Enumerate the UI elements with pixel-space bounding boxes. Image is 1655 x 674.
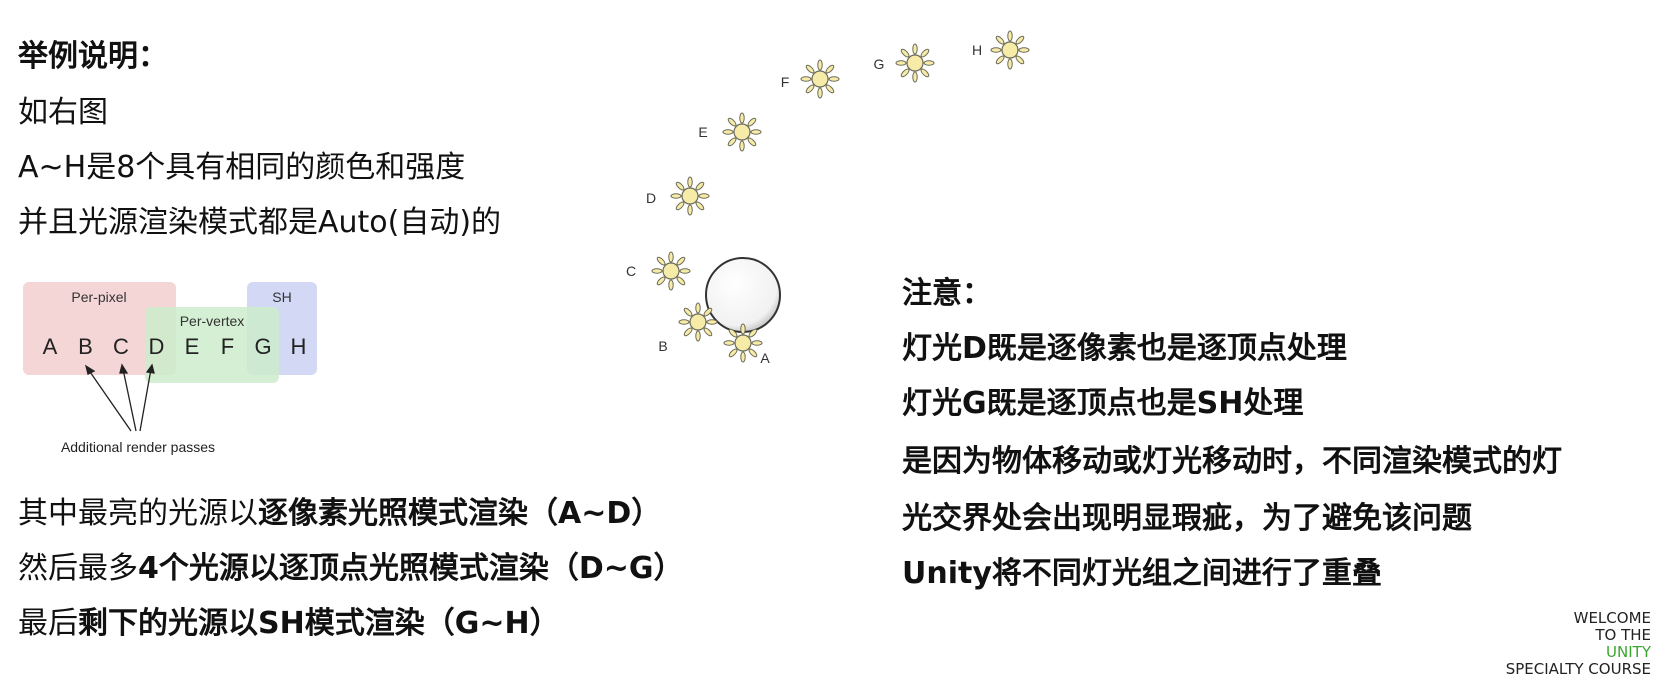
lights-around-object-diagram: A B C D E F G H <box>626 30 1030 366</box>
light-b-sun-icon <box>678 302 718 342</box>
sh-label: SH <box>272 289 291 305</box>
group-letter-c: C <box>113 334 129 359</box>
note-line-2: 灯光G既是逐顶点也是SH处理 <box>902 386 1304 421</box>
group-letter-h: H <box>291 334 307 359</box>
intro-line-2: A~H是8个具有相同的颜色和强度 <box>18 150 466 185</box>
light-g-sun-icon <box>895 43 935 83</box>
light-a-label: A <box>760 350 770 366</box>
note-line-5: Unity将不同灯光组之间进行了重叠 <box>902 556 1382 591</box>
bottom-line-2: 然后最多4个光源以逐顶点光照模式渲染（D~G） <box>18 551 684 586</box>
watermark-line-3: UNITY <box>1606 643 1651 661</box>
light-sources: A B C D E F G H <box>626 30 1030 366</box>
additional-passes-caption: Additional render passes <box>61 439 215 455</box>
light-e-label: E <box>698 124 707 140</box>
light-c-sun-icon <box>651 251 691 291</box>
group-letter-a: A <box>43 334 58 359</box>
note-line-3: 是因为物体移动或灯光移动时，不同渲染模式的灯 <box>902 444 1562 479</box>
light-g-label: G <box>874 56 885 72</box>
watermark-line-4: SPECIALTY COURSE <box>1505 660 1651 674</box>
light-c-label: C <box>626 263 636 279</box>
watermark: WELCOME TO THE UNITY SPECIALTY COURSE <box>1491 610 1651 674</box>
light-groups-diagram: Per-pixel Per-vertex SH ABCDEFGH Additio… <box>23 282 317 455</box>
light-e-sun-icon <box>722 112 762 152</box>
note-line-1: 灯光D既是逐像素也是逐顶点处理 <box>902 331 1347 366</box>
light-a-sun-icon <box>723 323 763 363</box>
light-f-sun-icon <box>800 59 840 99</box>
watermark-line-2: TO THE <box>1595 626 1651 644</box>
light-f-label: F <box>781 74 790 90</box>
light-h-sun-icon <box>990 30 1030 70</box>
notes-title: 注意： <box>902 276 992 311</box>
light-h-label: H <box>972 42 982 58</box>
watermark-line-1: WELCOME <box>1573 609 1651 627</box>
light-b-label: B <box>658 338 667 354</box>
intro-line-1: 如右图 <box>18 95 108 130</box>
per-vertex-label: Per-vertex <box>180 313 245 329</box>
group-letter-d: D <box>149 334 165 359</box>
light-d-sun-icon <box>670 176 710 216</box>
group-letter-e: E <box>185 334 200 359</box>
intro-line-3: 并且光源渲染模式都是Auto(自动)的 <box>18 205 502 240</box>
per-pixel-label: Per-pixel <box>71 289 126 305</box>
group-letter-f: F <box>221 334 234 359</box>
note-line-4: 光交界处会出现明显瑕疵，为了避免该问题 <box>902 501 1472 536</box>
light-d-label: D <box>646 190 656 206</box>
group-letter-b: B <box>78 334 93 359</box>
bottom-line-3: 最后剩下的光源以SH模式渲染（G~H） <box>18 606 560 641</box>
bottom-line-1: 其中最亮的光源以逐像素光照模式渲染（A~D） <box>18 496 662 531</box>
section-title: 举例说明： <box>18 39 168 74</box>
group-letter-g: G <box>254 334 271 359</box>
